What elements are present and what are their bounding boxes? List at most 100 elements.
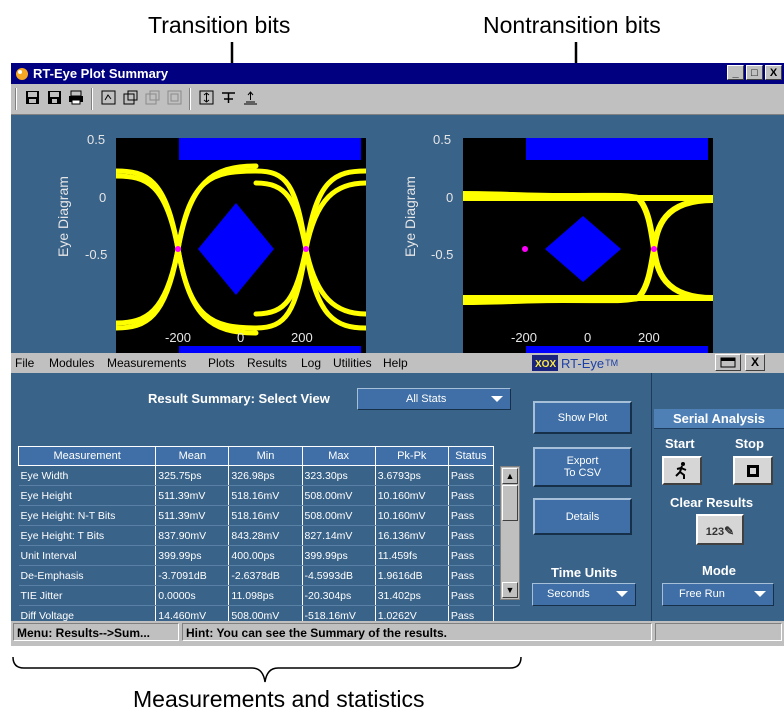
menu-log[interactable]: Log: [301, 356, 321, 370]
table-cell: 326.98ps: [228, 465, 303, 486]
logo-text: RT-Eye: [561, 355, 605, 371]
show-plot-button[interactable]: Show Plot: [533, 401, 632, 434]
time-units-select[interactable]: Seconds: [532, 583, 636, 606]
scroll-thumb[interactable]: [502, 485, 518, 521]
close-button[interactable]: X: [765, 65, 782, 80]
table-header-row: Measurement Mean Min Max Pk-Pk Status: [17, 446, 521, 466]
table-cell: 837.90mV: [155, 525, 230, 546]
table-cell: 511.39mV: [155, 505, 230, 526]
plot-icon-1[interactable]: [99, 90, 117, 107]
table-cell: Pass: [448, 585, 494, 606]
menu-modules[interactable]: Modules: [49, 356, 94, 370]
table-cell: 10.160mV: [375, 485, 449, 506]
table-row[interactable]: Eye Width 325.75ps 326.98ps 323.30ps 3.6793p…: [18, 465, 520, 486]
cursor-icon-2[interactable]: [219, 90, 237, 107]
table-cell: Eye Height: [18, 485, 157, 506]
callout-measurements-statistics: Measurements and statistics: [133, 686, 425, 712]
maximize-button[interactable]: □: [746, 65, 763, 80]
table-cell: 827.14mV: [302, 525, 376, 546]
running-man-icon: [675, 462, 687, 479]
crossing-marker: [303, 246, 309, 252]
table-cell: Pass: [448, 485, 494, 506]
col-measurement[interactable]: Measurement: [17, 446, 157, 466]
table-row[interactable]: Unit Interval 399.99ps 400.00ps 399.99ps 11.…: [18, 545, 520, 566]
crossing-marker: [522, 246, 528, 252]
table-cell: 31.402ps: [375, 585, 449, 606]
scroll-down-icon[interactable]: ▼: [502, 582, 518, 598]
table-scrollbar[interactable]: ▲ ▼: [500, 466, 520, 600]
table-cell: 0.0000s: [155, 585, 230, 606]
table-cell: 399.99ps: [302, 545, 376, 566]
time-units-label: Time Units: [551, 565, 618, 580]
table-cell: 3.6793ps: [375, 465, 449, 486]
status-extra: [655, 623, 782, 641]
menu-measurements[interactable]: Measurements: [107, 356, 186, 370]
table-cell: -3.7091dB: [155, 565, 230, 586]
menu-utilities[interactable]: Utilities: [333, 356, 372, 370]
logo-tm: TM: [605, 358, 619, 368]
plot-icon-4[interactable]: [165, 90, 183, 107]
table-cell: 518.16mV: [228, 485, 303, 506]
chevron-down-icon: [754, 591, 766, 597]
cursor-icon-1[interactable]: [197, 90, 215, 107]
serial-analysis-title: Serial Analysis: [654, 409, 784, 429]
mask-top: [526, 138, 708, 160]
plot-icon-2[interactable]: [121, 90, 139, 107]
table-row[interactable]: De-Emphasis -3.7091dB -2.6378dB -4.5993dB 1.…: [18, 565, 520, 586]
mode-select[interactable]: Free Run: [662, 583, 774, 606]
table-cell: 508.00mV: [302, 505, 376, 526]
table-cell: -4.5993dB: [302, 565, 376, 586]
print-icon[interactable]: [67, 90, 85, 107]
toolbar: [11, 84, 784, 115]
menu-results[interactable]: Results: [247, 356, 287, 370]
panel-close-button[interactable]: X: [745, 354, 765, 371]
table-row[interactable]: Eye Height: N-T Bits 511.39mV 518.16mV 508.…: [18, 505, 520, 526]
mask-top: [179, 138, 361, 160]
col-pk-pk[interactable]: Pk-Pk: [374, 446, 449, 466]
col-min[interactable]: Min: [228, 446, 303, 466]
table-cell: 399.99ps: [155, 545, 230, 566]
rt-eye-logo: XOX RT-Eye TM: [532, 354, 618, 372]
title-bar: RT-Eye Plot Summary _ □ X: [11, 63, 784, 84]
y-tick-left: 0: [99, 190, 107, 205]
clear-results-label: Clear Results: [670, 495, 754, 510]
stop-button[interactable]: [733, 456, 773, 485]
menu-file[interactable]: File: [15, 356, 34, 370]
scroll-up-icon[interactable]: ▲: [502, 468, 518, 484]
plot-icon-3[interactable]: [143, 90, 161, 107]
minimize-button[interactable]: _: [727, 65, 744, 80]
table-cell: Pass: [448, 465, 494, 486]
x-tick: 0: [584, 330, 592, 345]
menu-help[interactable]: Help: [383, 356, 408, 370]
table-cell: Unit Interval: [18, 545, 157, 566]
clear-results-button[interactable]: 123✎: [696, 514, 744, 545]
save-icon[interactable]: [23, 90, 41, 107]
table-cell: 11.459fs: [375, 545, 449, 566]
stop-label: Stop: [735, 436, 764, 451]
export-csv-button[interactable]: Export To CSV: [533, 447, 632, 487]
save-all-icon[interactable]: [45, 90, 63, 107]
x-tick: -200: [165, 330, 192, 345]
cursor-icon-3[interactable]: [241, 90, 259, 107]
view-select[interactable]: All Stats: [357, 388, 511, 410]
results-panel: Result Summary: Select View All Stats Me…: [11, 373, 784, 626]
details-button[interactable]: Details: [533, 498, 632, 535]
table-row[interactable]: TIE Jitter 0.0000s 11.098ps -20.304ps 31.402…: [18, 585, 520, 606]
table-cell: -20.304ps: [302, 585, 376, 606]
col-status[interactable]: Status: [447, 446, 494, 466]
y-tick-right: 0: [446, 190, 454, 205]
col-mean[interactable]: Mean: [155, 446, 230, 466]
table-row[interactable]: Eye Height 511.39mV 518.16mV 508.00mV 10.160…: [18, 485, 520, 506]
table-row[interactable]: Eye Height: T Bits 837.90mV 843.28mV 827.14…: [18, 525, 520, 546]
menu-plots[interactable]: Plots: [208, 356, 235, 370]
col-max[interactable]: Max: [301, 446, 376, 466]
x-tick: 200: [291, 330, 313, 345]
table-cell: 511.39mV: [155, 485, 230, 506]
eye-plots-area: Eye Diagram 0.5 0 -0.5 -200 Eye Diagram …: [11, 115, 784, 370]
y-tick-left: -0.5: [85, 247, 108, 262]
svg-text:XOX: XOX: [535, 359, 556, 370]
table-cell: 323.30ps: [302, 465, 376, 486]
table-cell: 11.098ps: [228, 585, 303, 606]
panel-float-button[interactable]: [715, 354, 741, 371]
start-button[interactable]: [662, 456, 702, 485]
